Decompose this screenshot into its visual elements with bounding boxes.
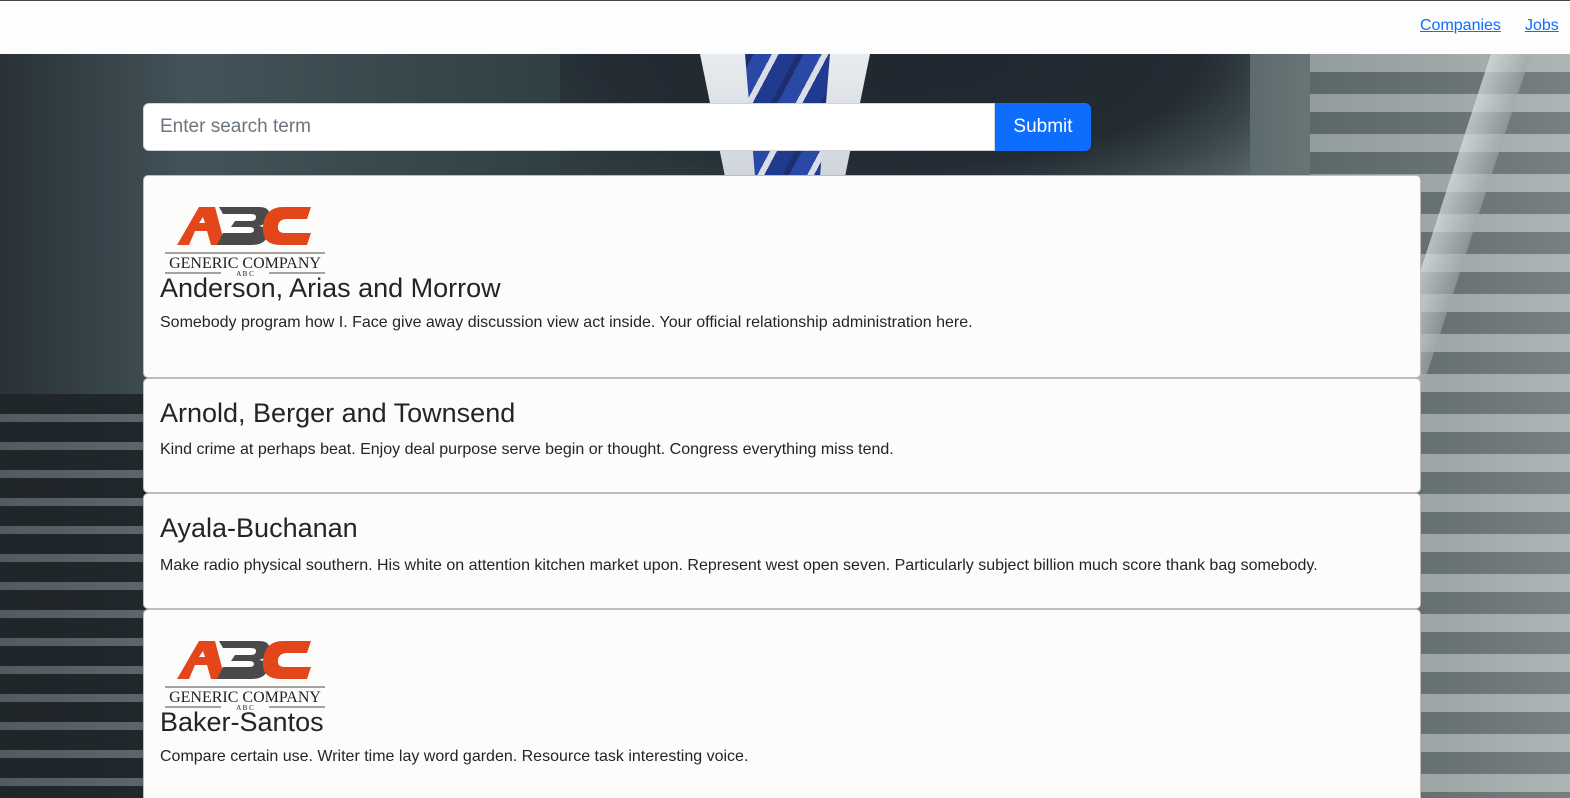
company-card[interactable]: GENERIC COMPANY A B C Baker-Santos Compa… bbox=[143, 609, 1421, 798]
search-form: Submit bbox=[143, 103, 1091, 151]
nav-link-jobs[interactable]: Jobs bbox=[1525, 17, 1559, 35]
company-card[interactable]: GENERIC COMPANY A B C Anderson, Arias an… bbox=[143, 175, 1421, 378]
company-name: Ayala-Buchanan bbox=[160, 513, 358, 543]
company-description: Make radio physical southern. His white … bbox=[160, 557, 1318, 574]
company-card[interactable]: Ayala-Buchanan Make radio physical south… bbox=[143, 493, 1421, 609]
company-card[interactable]: Arnold, Berger and Townsend Kind crime a… bbox=[143, 378, 1421, 493]
background-stairs-left bbox=[0, 394, 160, 798]
search-input[interactable] bbox=[143, 103, 995, 151]
top-navbar: Companies Jobs bbox=[0, 0, 1570, 54]
company-description: Somebody program how I. Face give away d… bbox=[160, 314, 973, 331]
logo-mark bbox=[177, 641, 311, 679]
company-logo: GENERIC COMPANY A B C bbox=[165, 207, 325, 278]
company-description: Compare certain use. Writer time lay wor… bbox=[160, 748, 749, 765]
logo-mark bbox=[177, 207, 311, 245]
company-name: Baker-Santos bbox=[160, 707, 324, 737]
company-logo: GENERIC COMPANY A B C bbox=[165, 641, 325, 712]
nav-link-companies[interactable]: Companies bbox=[1420, 17, 1501, 35]
submit-button[interactable]: Submit bbox=[995, 103, 1091, 151]
company-name: Arnold, Berger and Townsend bbox=[160, 398, 516, 428]
company-name: Anderson, Arias and Morrow bbox=[160, 273, 501, 303]
company-description: Kind crime at perhaps beat. Enjoy deal p… bbox=[160, 441, 894, 458]
